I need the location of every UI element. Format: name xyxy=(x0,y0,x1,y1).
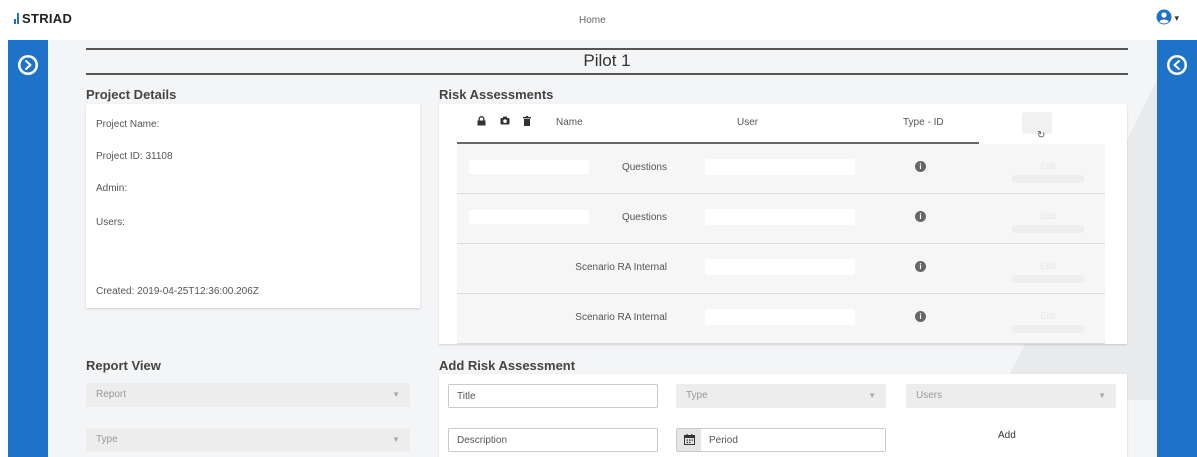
calendar-icon[interactable] xyxy=(677,429,701,451)
project-details-card: Project Name: Project ID: 31108 Admin: U… xyxy=(86,104,420,308)
users-select[interactable]: Users ▼ xyxy=(906,384,1116,408)
info-icon[interactable]: i xyxy=(915,261,926,272)
edit-label: Edit xyxy=(1040,161,1056,171)
report-type-select-value: Type xyxy=(96,434,118,445)
table-row[interactable]: Scenario RA Internal i Edit xyxy=(457,294,1105,344)
page-title: Pilot 1 xyxy=(583,51,631,70)
add-button[interactable]: Add xyxy=(998,430,1016,441)
table-row[interactable]: Scenario RA Internal i Edit xyxy=(457,244,1105,294)
lock-icon xyxy=(477,116,486,129)
edit-button[interactable]: Edit xyxy=(1012,306,1084,333)
column-header-name[interactable]: Name xyxy=(556,117,583,128)
edit-button[interactable]: Edit xyxy=(1012,256,1084,283)
risk-assessment-name: Questions xyxy=(621,162,667,173)
description-input[interactable] xyxy=(448,428,658,452)
table-row[interactable]: Questions i Edit xyxy=(457,194,1105,244)
type-select[interactable]: Type ▼ xyxy=(676,384,886,408)
edit-button[interactable]: Edit xyxy=(1012,206,1084,233)
chevron-down-icon: ▼ xyxy=(1098,391,1106,400)
refresh-button[interactable]: ↻ xyxy=(1022,112,1052,141)
chevron-down-icon: ▼ xyxy=(392,390,400,399)
edit-button[interactable]: Edit xyxy=(1012,156,1084,183)
brand-name: STRIAD xyxy=(22,11,73,26)
top-bar: STRIAD Home ▾ xyxy=(0,0,1197,40)
project-id-label: Project ID: 31108 xyxy=(96,151,173,162)
project-name-label: Project Name: xyxy=(96,119,160,130)
users-label: Users: xyxy=(96,217,125,228)
risk-assessments-heading: Risk Assessments xyxy=(439,87,554,102)
info-icon[interactable]: i xyxy=(915,211,926,222)
camera-icon xyxy=(500,116,510,128)
collapse-right-arrow-icon[interactable] xyxy=(1166,54,1188,76)
left-sidebar xyxy=(8,40,48,457)
info-icon[interactable]: i xyxy=(915,161,926,172)
created-label: Created: 2019-04-25T12:36:00.206Z xyxy=(96,286,259,297)
info-icon[interactable]: i xyxy=(915,311,926,322)
trash-icon xyxy=(523,116,531,129)
report-select-value: Report xyxy=(96,389,127,400)
expand-left-arrow-icon[interactable] xyxy=(17,54,39,76)
table-header: Name User Type - ID ↻ xyxy=(457,104,1157,142)
chevron-down-icon: ▾ xyxy=(1174,12,1179,23)
user-avatar-icon xyxy=(1156,9,1172,25)
type-select-value: Type xyxy=(686,390,708,401)
risk-assessment-name: Questions xyxy=(621,212,667,223)
edit-label: Edit xyxy=(1040,261,1056,271)
project-details-heading: Project Details xyxy=(86,87,177,102)
blurred-user-cell xyxy=(705,209,855,225)
title-input[interactable] xyxy=(448,384,658,408)
edit-label: Edit xyxy=(1040,311,1056,321)
striad-logo[interactable]: STRIAD xyxy=(14,11,72,26)
column-header-type-id[interactable]: Type - ID xyxy=(903,117,944,128)
title-divider-top xyxy=(86,48,1128,50)
main-content: Pilot 1 Project Details Project Name: Pr… xyxy=(48,40,1157,457)
title-divider-bottom xyxy=(86,73,1128,75)
nav-home-link[interactable]: Home xyxy=(579,15,606,26)
blurred-user-cell xyxy=(705,309,855,325)
blurred-user-cell xyxy=(705,159,855,175)
right-sidebar xyxy=(1157,40,1197,457)
users-select-value: Users xyxy=(916,390,943,401)
chevron-down-icon: ▼ xyxy=(868,391,876,400)
column-header-user[interactable]: User xyxy=(737,117,758,128)
report-type-select[interactable]: Type ▼ xyxy=(86,428,410,452)
logo-bars-icon xyxy=(14,13,19,24)
risk-assessment-name: Scenario RA Internal xyxy=(575,262,667,273)
table-row[interactable]: Questions i Edit xyxy=(457,144,1105,194)
report-view-heading: Report View xyxy=(86,358,161,373)
chevron-down-icon: ▼ xyxy=(392,435,400,444)
risk-assessment-name: Scenario RA Internal xyxy=(575,312,667,323)
blurred-user-cell xyxy=(705,259,855,275)
add-risk-assessment-heading: Add Risk Assessment xyxy=(439,358,576,373)
admin-label: Admin: xyxy=(96,183,128,194)
risk-assessments-table: Name User Type - ID ↻ Questions i Edit Q… xyxy=(439,104,1127,344)
user-menu[interactable]: ▾ xyxy=(1156,9,1179,25)
period-date-field[interactable] xyxy=(676,428,886,452)
edit-label: Edit xyxy=(1040,211,1056,221)
report-select[interactable]: Report ▼ xyxy=(86,383,410,407)
period-input[interactable] xyxy=(701,429,885,451)
